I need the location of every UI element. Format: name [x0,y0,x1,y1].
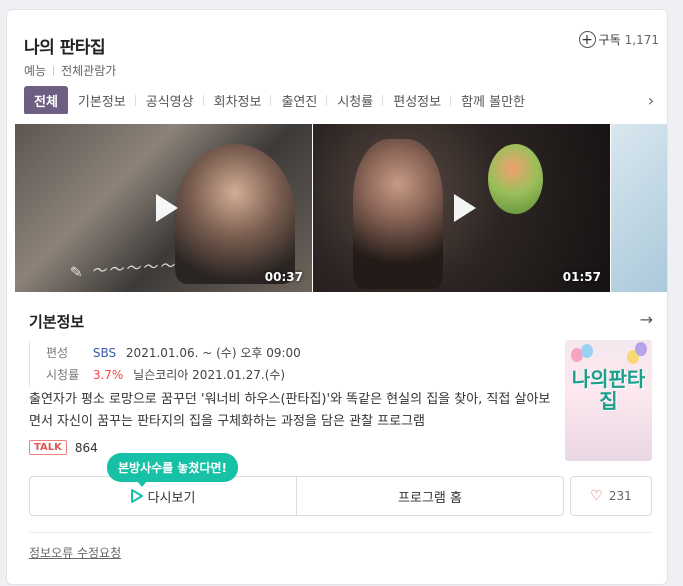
tab-label: 시청률 [337,94,374,110]
subscribe-count: 1,171 [624,32,659,47]
plus-circle-icon: + [578,31,596,48]
clip-duration: 01:57 [562,270,601,284]
tab-episodes[interactable]: 회차정보 [204,91,272,110]
tab-label: 공식영상 [145,94,194,110]
tab-ratings[interactable]: 시청률 [327,91,384,110]
tab-recommended[interactable]: 함께 볼만한 [451,91,535,110]
divider [29,532,652,533]
like-count: 231 [608,489,632,503]
poster-title: 나의판타집 [571,367,646,413]
age-rating: 전체관람가 [61,64,117,78]
tab-bar: 전체 기본정보 공식영상 회차정보 출연진 시청률 편성정보 함께 볼만한 [24,86,667,114]
broadcast-label: 편성 [46,346,69,360]
balloon-decoration [581,344,593,358]
tab-label: 회차정보 [213,94,262,110]
tab-official-video[interactable]: 공식영상 [136,91,204,110]
video-clips: ✎ ～～～～～ 00:37 01:57 [15,124,667,292]
subscribe-button[interactable]: + 구독 1,171 [578,31,659,48]
talk-count: 864 [74,440,98,455]
schedule: 2021.01.06. ~ (수) 오후 09:00 [125,346,301,360]
vod-label: 다시보기 [147,490,196,506]
play-icon [155,194,178,222]
ratings-label: 시청률 [46,368,80,382]
tab-label: 출연진 [281,94,318,110]
clip-duration: 00:37 [264,270,303,284]
subscribe-label: 구독 [598,33,621,47]
chevron-right-icon[interactable]: › [641,90,661,110]
bird-image [488,144,543,214]
ratings-source: 닐슨코리아 2021.01.27.(수) [133,368,286,382]
vod-tooltip: 본방사수를 놓쳤다면! [107,453,239,487]
arrow-right-icon[interactable]: → [640,310,653,329]
tab-all[interactable]: 전체 [24,86,68,114]
vod-button[interactable]: 다시보기 [30,477,296,515]
tab-cast[interactable]: 출연진 [271,91,328,110]
program-card: 나의 판타집 예능 전체관람가 + 구독 1,171 전체 기본정보 공식영상 … [6,9,668,585]
tab-schedule[interactable]: 편성정보 [383,91,452,110]
section-title: 기본정보 [29,313,85,331]
program-home-label: 프로그램 홈 [398,490,462,506]
talk-badge: TALK [29,440,67,455]
tab-basic-info[interactable]: 기본정보 [68,91,136,110]
program-meta: 예능 전체관람가 [24,62,116,79]
channel-link[interactable]: SBS [93,346,116,360]
broadcast-info: 편성 SBS 2021.01.06. ~ (수) 오후 09:00 시청률 3.… [29,342,301,386]
broadcast-row: 편성 SBS 2021.01.06. ~ (수) 오후 09:00 [46,342,301,364]
genre: 예능 [24,64,47,78]
program-description: 출연자가 평소 로망으로 꿈꾸던 '워너비 하우스(판타집)'와 똑같은 현실의… [29,392,551,429]
balloon-decoration [635,342,647,356]
heart-icon: ♡ [590,488,603,504]
talk-row[interactable]: TALK 864 [29,440,98,455]
program-home-button[interactable]: 프로그램 홈 [296,477,563,515]
tab-label: 기본정보 [77,94,126,110]
clip-thumbnail [353,139,443,289]
ratings-value: 3.7% [92,368,124,382]
play-icon [453,194,476,222]
play-vod-icon [130,489,143,503]
thumbnail-caption-art: ✎ ～～～～～ [69,256,177,282]
like-button[interactable]: ♡ 231 [570,476,652,516]
program-title[interactable]: 나의 판타집 [24,33,106,58]
video-clip-partial[interactable] [611,124,667,292]
video-clip[interactable]: 01:57 [313,124,610,292]
tab-label: 편성정보 [393,94,442,110]
meta-divider [53,65,55,76]
action-buttons: 다시보기 프로그램 홈 [29,476,564,516]
program-poster[interactable]: 나의판타집 [565,340,652,461]
video-clip[interactable]: ✎ ～～～～～ 00:37 [15,124,312,292]
report-error-link[interactable]: 정보오류 수정요청 [29,544,121,561]
ratings-row: 시청률 3.7% 닐슨코리아 2021.01.27.(수) [46,364,301,386]
